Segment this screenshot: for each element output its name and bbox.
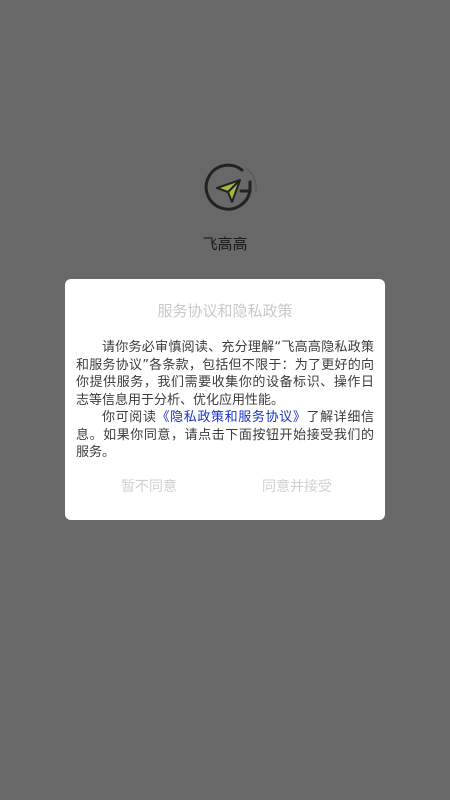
disagree-button[interactable]: 暂不同意	[69, 476, 229, 496]
privacy-policy-link[interactable]: 《隐私政策和服务协议》	[157, 410, 307, 425]
para2-prefix: 你可阅读	[102, 410, 157, 425]
dialog-buttons: 暂不同意 同意并接受	[65, 476, 385, 498]
agree-button[interactable]: 同意并接受	[217, 476, 377, 496]
app-name: 飞高高	[202, 235, 248, 253]
dialog-title: 服务协议和隐私政策	[157, 302, 293, 320]
dialog-paragraph-1: 请你务必审慎阅读、充分理解“飞高高隐私政策和服务协议”各条款，包括但不限于：为了…	[76, 340, 374, 408]
dialog-body: 请你务必审慎阅读、充分理解“飞高高隐私政策和服务协议”各条款，包括但不限于：为了…	[76, 339, 374, 462]
app-logo-icon	[204, 163, 257, 211]
privacy-dialog: 服务协议和隐私政策 请你务必审慎阅读、充分理解“飞高高隐私政策和服务协议”各条款…	[65, 279, 385, 520]
dialog-paragraph-2: 你可阅读《隐私政策和服务协议》了解详细信息。如果你同意，请点击下面按钮开始接受我…	[76, 409, 374, 462]
